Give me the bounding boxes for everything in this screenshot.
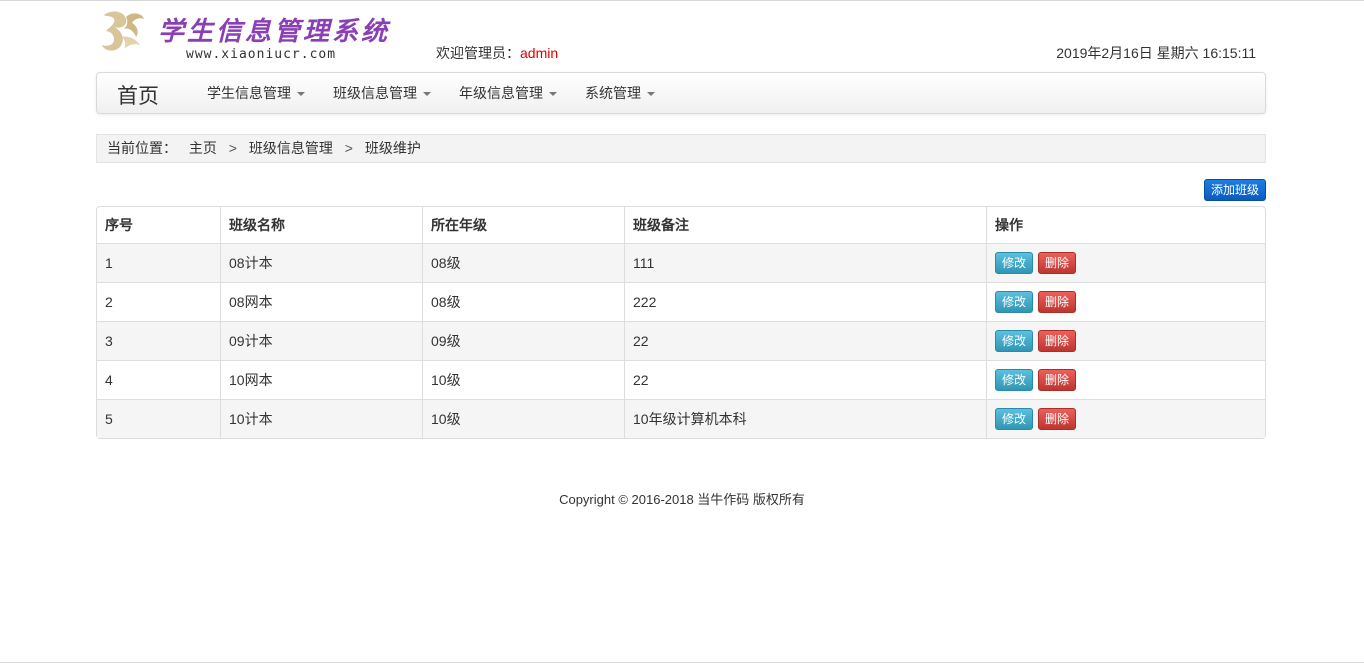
cell-id: 5 — [97, 399, 220, 438]
nav-item-class[interactable]: 班级信息管理 — [319, 73, 445, 113]
table-row: 2 08网本 08级 222 修改 删除 — [97, 282, 1265, 321]
cell-actions: 修改 删除 — [986, 399, 1265, 438]
breadcrumb-item-class-management[interactable]: 班级信息管理 — [249, 135, 333, 162]
cell-note: 22 — [624, 321, 986, 360]
cell-name: 10计本 — [220, 399, 422, 438]
table-row: 3 09计本 09级 22 修改 删除 — [97, 321, 1265, 360]
edit-button[interactable]: 修改 — [995, 291, 1033, 313]
cell-note: 10年级计算机本科 — [624, 399, 986, 438]
edit-button[interactable]: 修改 — [995, 330, 1033, 352]
footer-copyright: Copyright © 2016-2018 当牛作码 版权所有 — [559, 492, 805, 507]
cell-id: 2 — [97, 282, 220, 321]
nav-item-grade[interactable]: 年级信息管理 — [445, 73, 571, 113]
breadcrumb-separator: > — [344, 140, 353, 156]
nav-item-student[interactable]: 学生信息管理 — [193, 73, 319, 113]
cell-name: 09计本 — [220, 321, 422, 360]
caret-down-icon — [549, 92, 557, 97]
nav-item-system[interactable]: 系统管理 — [571, 73, 669, 113]
current-datetime: 2019年2月16日 星期六 16:15:11 — [1056, 45, 1256, 61]
column-header-actions: 操作 — [986, 207, 1265, 243]
delete-button[interactable]: 删除 — [1038, 291, 1076, 313]
delete-button[interactable]: 删除 — [1038, 408, 1076, 430]
cell-name: 08计本 — [220, 243, 422, 282]
cell-id: 4 — [97, 360, 220, 399]
cell-id: 3 — [97, 321, 220, 360]
breadcrumb-item-current: 班级维护 — [364, 140, 421, 156]
add-class-button[interactable]: 添加班级 — [1204, 179, 1266, 201]
caret-down-icon — [647, 92, 655, 97]
table-row: 5 10计本 10级 10年级计算机本科 修改 删除 — [97, 399, 1265, 438]
cell-name: 10网本 — [220, 360, 422, 399]
cell-actions: 修改 删除 — [986, 282, 1265, 321]
cell-actions: 修改 删除 — [986, 243, 1265, 282]
column-header-grade: 所在年级 — [422, 207, 624, 243]
cell-name: 08网本 — [220, 282, 422, 321]
table-header-row: 序号 班级名称 所在年级 班级备注 操作 — [97, 207, 1265, 243]
cell-actions: 修改 删除 — [986, 360, 1265, 399]
class-table: 序号 班级名称 所在年级 班级备注 操作 1 08计本 08级 111 修改 删除… — [96, 206, 1266, 439]
nav-item-label: 学生信息管理 — [207, 85, 291, 101]
table-row: 1 08计本 08级 111 修改 删除 — [97, 243, 1265, 282]
column-header-id: 序号 — [105, 217, 133, 233]
column-header-name: 班级名称 — [220, 207, 422, 243]
breadcrumb-separator: > — [228, 140, 237, 156]
nav-home-link[interactable]: 首页 — [117, 80, 159, 110]
delete-button[interactable]: 删除 — [1038, 330, 1076, 352]
main-navbar: 首页 学生信息管理 班级信息管理 年级信息管理 系统管理 — [96, 72, 1266, 114]
table-row: 4 10网本 10级 22 修改 删除 — [97, 360, 1265, 399]
edit-button[interactable]: 修改 — [995, 252, 1033, 274]
caret-down-icon — [297, 92, 305, 97]
delete-button[interactable]: 删除 — [1038, 369, 1076, 391]
nav-item-label: 班级信息管理 — [333, 85, 417, 101]
site-logo[interactable]: 学生信息管理系统 www.xiaoniucr.com — [96, 5, 396, 67]
edit-button[interactable]: 修改 — [995, 408, 1033, 430]
nav-menu: 学生信息管理 班级信息管理 年级信息管理 系统管理 — [193, 73, 669, 113]
welcome-prefix: 欢迎管理员： — [436, 45, 520, 61]
cell-grade: 09级 — [422, 321, 624, 360]
cell-grade: 08级 — [422, 282, 624, 321]
cell-note: 111 — [624, 243, 986, 282]
caret-down-icon — [423, 92, 431, 97]
nav-item-label: 年级信息管理 — [459, 85, 543, 101]
breadcrumb-item-home[interactable]: 主页 — [189, 135, 217, 162]
logo-url: www.xiaoniucr.com — [186, 47, 337, 62]
header: 学生信息管理系统 www.xiaoniucr.com 欢迎管理员：admin 2… — [96, 1, 1266, 71]
cell-grade: 10级 — [422, 399, 624, 438]
cell-grade: 10级 — [422, 360, 624, 399]
logo-title: 学生信息管理系统 — [158, 17, 391, 47]
welcome-text: 欢迎管理员：admin — [436, 43, 558, 63]
cell-actions: 修改 删除 — [986, 321, 1265, 360]
username: admin — [520, 45, 559, 61]
cell-id: 1 — [97, 243, 220, 282]
breadcrumb: 当前位置： 主页 > 班级信息管理 > 班级维护 — [96, 134, 1266, 163]
bird-logo-icon — [102, 11, 144, 51]
edit-button[interactable]: 修改 — [995, 369, 1033, 391]
nav-item-label: 系统管理 — [585, 85, 641, 101]
delete-button[interactable]: 删除 — [1038, 252, 1076, 274]
cell-grade: 08级 — [422, 243, 624, 282]
column-header-note: 班级备注 — [624, 207, 986, 243]
breadcrumb-label: 当前位置： — [107, 140, 177, 156]
cell-note: 22 — [624, 360, 986, 399]
cell-note: 222 — [624, 282, 986, 321]
